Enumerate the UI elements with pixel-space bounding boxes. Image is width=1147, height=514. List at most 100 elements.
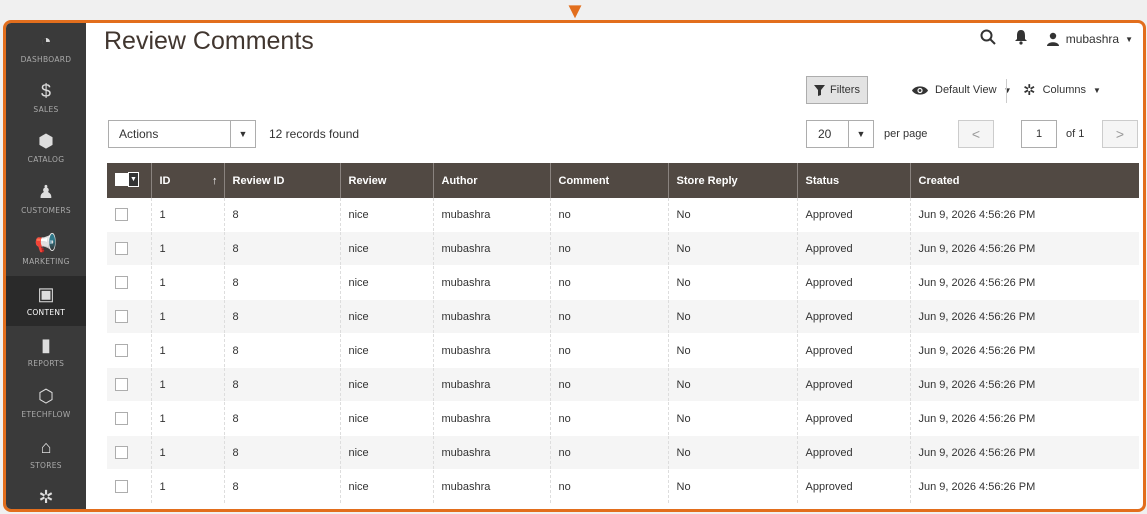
- row-checkbox[interactable]: [115, 480, 128, 493]
- row-select-cell: [107, 198, 151, 232]
- cell-created: Jun 9, 2026 4:56:26 PM: [909, 265, 1139, 300]
- sidebar-item-sales[interactable]: $ SALES: [6, 73, 86, 123]
- cell-comment: no: [549, 198, 668, 232]
- sidebar-item-etechflow[interactable]: ⬡ ETECHFLOW: [6, 378, 86, 428]
- row-checkbox[interactable]: [115, 412, 128, 425]
- table-row[interactable]: 1 8 nice mubashra no No Approved Jun 9, 2026 4:…: [107, 333, 1139, 368]
- column-header-label: Created: [918, 174, 960, 187]
- cell-id: 1: [150, 299, 224, 334]
- column-header-id[interactable]: ID ↑: [150, 163, 224, 198]
- column-header-status[interactable]: Status: [796, 163, 910, 198]
- cell-comment: no: [549, 231, 668, 266]
- cell-created: Jun 9, 2026 4:56:26 PM: [909, 469, 1139, 504]
- table-row[interactable]: 1 8 nice mubashra no No Approved Jun 9, 2026 4:…: [107, 401, 1139, 436]
- mass-select-header[interactable]: ▼: [107, 163, 151, 198]
- cell-author: mubashra: [432, 265, 550, 300]
- cell-review-id: 8: [223, 299, 340, 334]
- cell-comment: no: [549, 367, 668, 402]
- actions-select[interactable]: Actions ▼: [108, 120, 256, 148]
- sidebar-item-label: CONTENT: [26, 308, 66, 317]
- column-header-author[interactable]: Author: [432, 163, 550, 198]
- column-header-review[interactable]: Review: [339, 163, 433, 198]
- bell-icon[interactable]: [1014, 29, 1028, 50]
- row-checkbox[interactable]: [115, 276, 128, 289]
- sidebar-item-label: STORES: [30, 461, 62, 470]
- table-row[interactable]: 1 8 nice mubashra no No Approved Jun 9, 2026 4:…: [107, 299, 1139, 334]
- sidebar-item-system[interactable]: ✲ SYSTEM: [6, 479, 86, 509]
- page-number-input[interactable]: 1: [1021, 120, 1057, 148]
- cell-status: Approved: [796, 299, 910, 334]
- cell-review: nice: [339, 265, 433, 300]
- hexagon-icon: ⬡: [38, 386, 54, 406]
- records-found: 12 records found: [269, 127, 360, 141]
- cell-id: 1: [150, 198, 224, 232]
- cell-store-reply: No: [667, 299, 797, 334]
- per-page-select[interactable]: 20 ▼: [806, 120, 874, 148]
- user-menu[interactable]: mubashra ▼: [1046, 32, 1133, 46]
- cell-review-id: 8: [223, 265, 340, 300]
- column-header-review-id[interactable]: Review ID: [223, 163, 340, 198]
- table-row[interactable]: 1 8 nice mubashra no No Approved Jun 9, 2026 4:…: [107, 469, 1139, 504]
- sidebar-item-label: DASHBOARD: [20, 55, 72, 64]
- sidebar-item-stores[interactable]: ⌂ STORES: [6, 429, 86, 479]
- cell-created: Jun 9, 2026 4:56:26 PM: [909, 198, 1139, 232]
- cell-id: 1: [150, 435, 224, 470]
- sidebar-item-content[interactable]: ▣ CONTENT: [6, 276, 86, 326]
- cell-review: nice: [339, 401, 433, 436]
- row-checkbox[interactable]: [115, 208, 128, 221]
- columns-dropdown[interactable]: ✲ Columns ▼: [1023, 76, 1101, 104]
- row-checkbox[interactable]: [115, 446, 128, 459]
- sidebar-item-label: MARKETING: [22, 257, 70, 266]
- sidebar-item-dashboard[interactable]: ◔ DASHBOARD: [6, 23, 86, 73]
- cell-comment: no: [549, 333, 668, 368]
- table-row[interactable]: 1 8 nice mubashra no No Approved Jun 9, 2026 4:…: [107, 198, 1139, 232]
- cell-created: Jun 9, 2026 4:56:26 PM: [909, 231, 1139, 266]
- person-icon: ♟: [37, 182, 55, 202]
- eye-icon: [912, 85, 928, 95]
- column-header-store-reply[interactable]: Store Reply: [667, 163, 797, 198]
- cell-id: 1: [150, 265, 224, 300]
- user-icon: [1046, 32, 1059, 46]
- cell-created: Jun 9, 2026 4:56:26 PM: [909, 299, 1139, 334]
- grid-header-row: ▼ ID ↑ Review ID Review Author Comment Store R…: [107, 163, 1139, 198]
- cell-author: mubashra: [432, 367, 550, 402]
- previous-page-button[interactable]: <: [958, 120, 994, 148]
- table-row[interactable]: 1 8 nice mubashra no No Approved Jun 9, 2026 4:…: [107, 435, 1139, 470]
- megaphone-icon: 📢: [34, 233, 58, 253]
- table-row[interactable]: 1 8 nice mubashra no No Approved Jun 9, 2026 4:…: [107, 231, 1139, 266]
- sidebar-item-customers[interactable]: ♟ CUSTOMERS: [6, 174, 86, 224]
- column-header-label: Comment: [558, 174, 610, 187]
- chevron-down-icon: ▼: [1003, 85, 1012, 95]
- filters-button[interactable]: Filters: [806, 76, 868, 104]
- divider: [1006, 79, 1007, 103]
- chevron-down-icon: ▼: [1125, 34, 1133, 44]
- table-row[interactable]: 1 8 nice mubashra no No Approved Jun 9, 2026 4:…: [107, 367, 1139, 402]
- sidebar-item-catalog[interactable]: ⬢ CATALOG: [6, 123, 86, 173]
- column-header-comment[interactable]: Comment: [549, 163, 668, 198]
- row-checkbox[interactable]: [115, 378, 128, 391]
- search-icon[interactable]: [980, 29, 996, 50]
- table-row[interactable]: 1 8 nice mubashra no No Approved Jun 9, 2026 4:…: [107, 265, 1139, 300]
- mass-select-checkbox[interactable]: ▼: [115, 171, 139, 187]
- sidebar-item-marketing[interactable]: 📢 MARKETING: [6, 225, 86, 275]
- cube-icon: ⬢: [38, 131, 54, 151]
- row-select-cell: [107, 435, 151, 470]
- chevron-down-icon: ▼: [230, 120, 256, 148]
- column-header-created[interactable]: Created: [909, 163, 1139, 198]
- next-page-button[interactable]: >: [1102, 120, 1138, 148]
- sidebar-item-reports[interactable]: ▮ REPORTS: [6, 327, 86, 377]
- row-select-cell: [107, 469, 151, 504]
- chevron-right-icon: >: [1115, 126, 1125, 142]
- row-checkbox[interactable]: [115, 344, 128, 357]
- cell-review-id: 8: [223, 469, 340, 504]
- default-view-dropdown[interactable]: Default View ▼: [912, 76, 1011, 104]
- cell-author: mubashra: [432, 469, 550, 504]
- cell-status: Approved: [796, 435, 910, 470]
- chevron-left-icon: <: [971, 126, 981, 142]
- cell-author: mubashra: [432, 333, 550, 368]
- default-view-label: Default View: [935, 84, 997, 96]
- row-select-cell: [107, 401, 151, 436]
- actions-label: Actions: [119, 127, 159, 141]
- row-checkbox[interactable]: [115, 310, 128, 323]
- row-checkbox[interactable]: [115, 242, 128, 255]
